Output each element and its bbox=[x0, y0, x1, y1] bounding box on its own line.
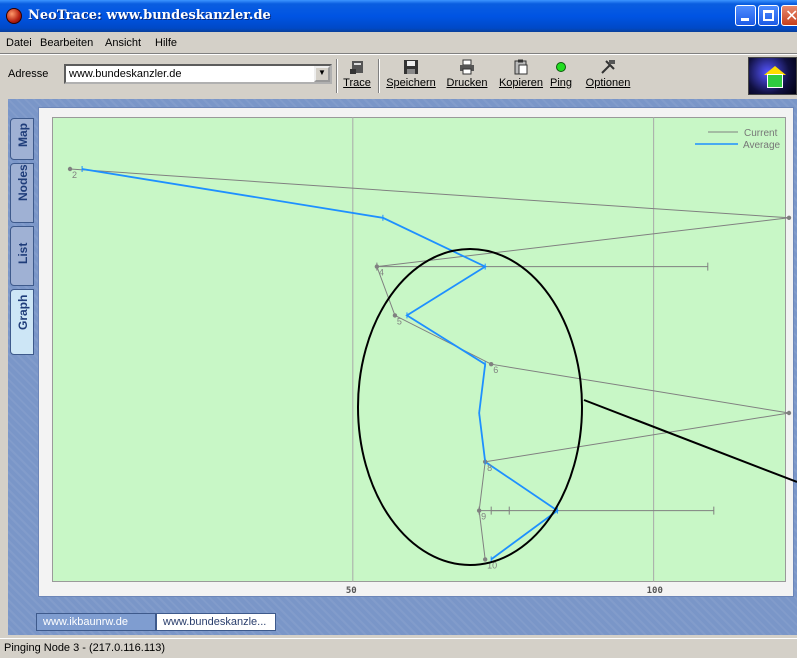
node-label: 2 bbox=[72, 170, 77, 180]
legend-average-label: Average bbox=[743, 140, 781, 151]
current-point bbox=[786, 410, 792, 416]
tab-host-bundeskanzler[interactable]: www.bundeskanzle... bbox=[156, 613, 276, 631]
latency-graph: 24568910 50 100 Current Average bbox=[67, 117, 797, 596]
legend-current-label: Current bbox=[744, 128, 778, 139]
current-point bbox=[786, 215, 792, 220]
average-series-line bbox=[81, 168, 559, 561]
node-label: 4 bbox=[379, 268, 384, 278]
x-tick-label: 100 bbox=[647, 586, 663, 596]
node-label: 6 bbox=[493, 365, 498, 375]
x-tick-label: 50 bbox=[346, 586, 357, 596]
status-text: Pinging Node 3 - (217.0.116.113) bbox=[4, 642, 166, 654]
tab-host-ikbaunrw[interactable]: www.ikbaunrw.de bbox=[36, 613, 156, 631]
node-label: 5 bbox=[397, 316, 402, 326]
status-bar: Pinging Node 3 - (217.0.116.113) bbox=[0, 638, 797, 658]
current-series-line bbox=[70, 168, 790, 560]
node-label: 9 bbox=[481, 512, 486, 522]
node-label: 8 bbox=[487, 463, 492, 473]
